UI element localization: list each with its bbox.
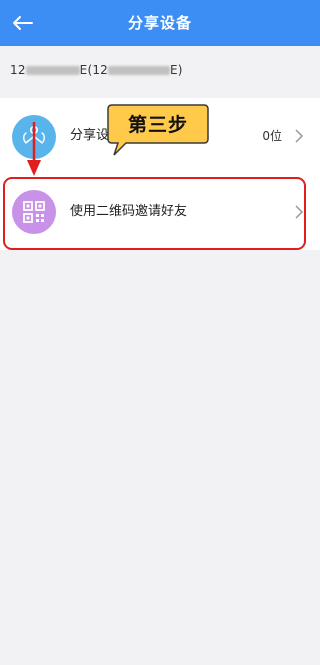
redacted-text xyxy=(108,66,171,75)
device-name-middle: E(12 xyxy=(79,63,109,77)
callout-text: 第三步 xyxy=(127,114,188,136)
device-name-end: E) xyxy=(170,63,183,77)
page-title: 分享设备 xyxy=(127,14,192,32)
device-name: 12 E(12 E) xyxy=(10,63,183,77)
redacted-text xyxy=(25,66,80,75)
shared-count: 0位 xyxy=(262,129,282,143)
highlight-box xyxy=(3,177,306,250)
device-name-prefix: 12 xyxy=(10,63,26,77)
top-bar: 分享设备 xyxy=(0,0,320,46)
chevron-right-icon xyxy=(295,129,304,143)
share-device-label: 分享设 xyxy=(70,128,110,143)
red-arrow-icon xyxy=(27,122,41,176)
device-info-bar: 12 E(12 E) xyxy=(0,46,320,98)
